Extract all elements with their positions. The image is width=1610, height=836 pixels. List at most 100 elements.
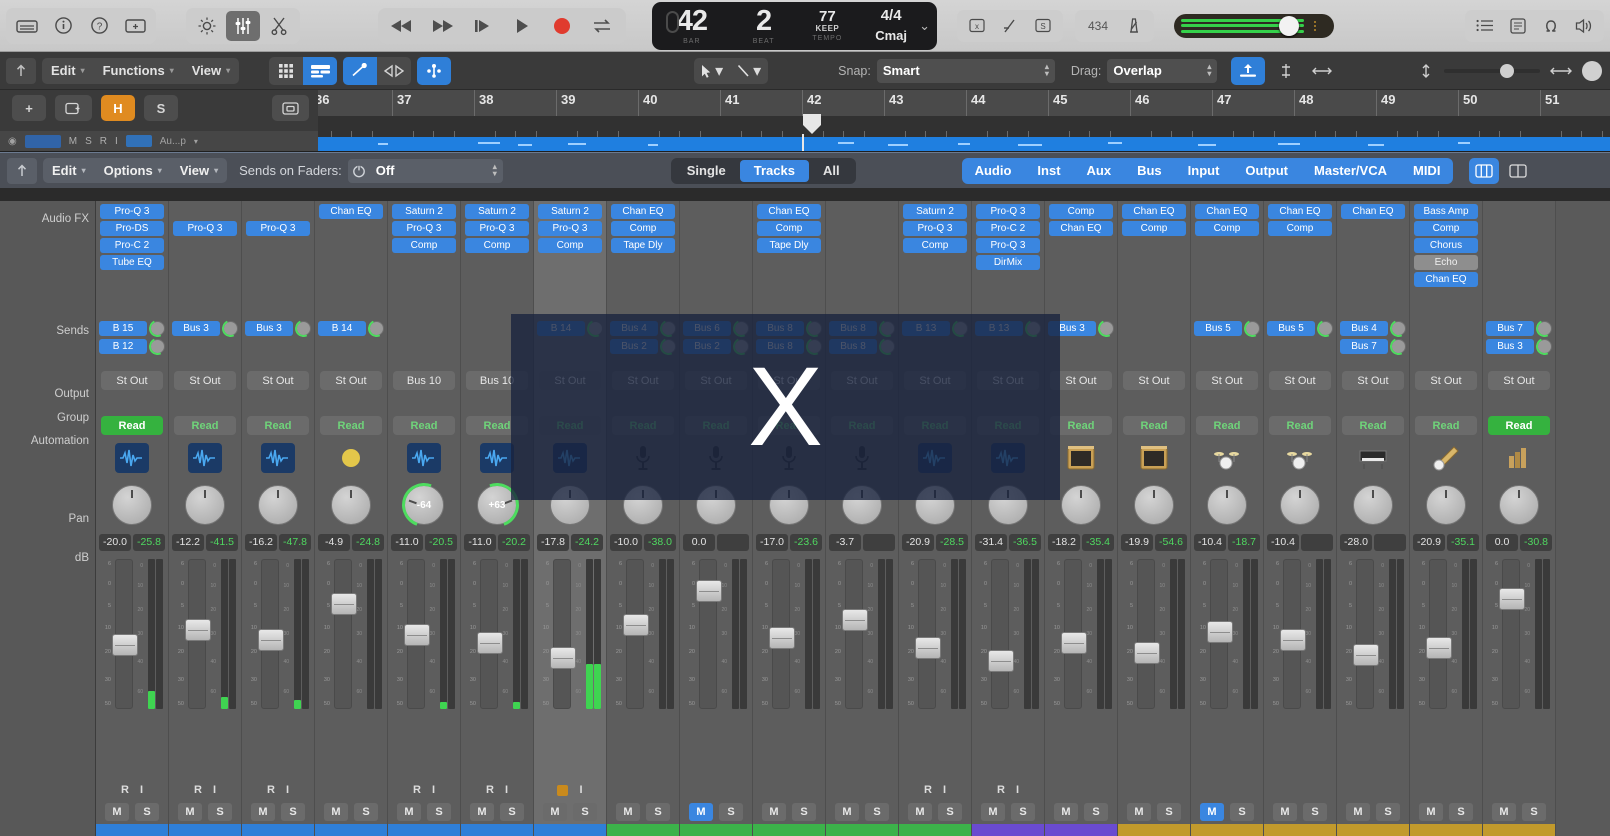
audio-fx-slot-empty[interactable] [319,221,383,236]
send-row[interactable]: B 13 [902,317,972,339]
audio-fx-slot[interactable]: Comp [1414,221,1478,236]
send-row[interactable]: Bus 2 [683,335,753,357]
volume-value[interactable]: -10.4 [1194,533,1226,551]
channel-color-bar[interactable] [1337,824,1409,836]
rewind-button[interactable] [384,11,420,41]
flex-button[interactable] [343,56,378,85]
audio-fx-slot-empty[interactable] [1268,238,1332,253]
volume-value[interactable]: -19.9 [1121,533,1153,551]
solo-button[interactable]: S [792,803,816,821]
send-row-empty[interactable] [1048,338,1114,354]
send-destination[interactable]: Bus 4 [610,320,658,336]
group-button[interactable] [1415,394,1477,412]
audio-fx-slot[interactable]: Saturn 2 [538,204,602,219]
channel-strip[interactable]: Comp Chan EQ Bus 3 St Out Read -18.2 -35.4 6 0 5 1… [1045,201,1118,836]
audio-fx-slot[interactable]: Saturn 2 [465,204,529,219]
menu-functions[interactable]: Functions ▾ [94,58,183,84]
record-enable-button[interactable] [557,784,569,796]
menu-view[interactable]: View ▾ [183,58,239,84]
channel-color-bar[interactable] [1483,824,1555,836]
record-enable-button[interactable]: R [997,784,1005,796]
volume-fader[interactable] [1134,559,1160,709]
audio-fx-slot[interactable]: Chorus [1414,238,1478,253]
volume-value[interactable]: -4.9 [318,533,350,551]
volume-value[interactable]: -10.0 [610,533,642,551]
send-level-knob[interactable] [1533,335,1556,357]
filter-midi[interactable]: MIDI [1400,158,1453,184]
zoom-knob[interactable] [1582,60,1602,81]
channel-strip[interactable]: Saturn 2 Pro-Q 3 Comp B 14 St Out Read -17.8 -2… [534,201,607,836]
cpu-meter-label[interactable]: 434 [1080,13,1116,39]
mute-button[interactable]: M [105,803,129,821]
output-button[interactable]: St Out [1050,371,1112,390]
pan-knob[interactable]: +63 [467,475,527,535]
channel-strip[interactable]: Bass Amp Comp Chorus Echo Chan EQ St Out Read -… [1410,201,1483,836]
input-monitor-button[interactable]: I [432,784,435,796]
zoom-horizontal-icon[interactable] [1550,65,1572,77]
channel-color-bar[interactable] [680,824,752,836]
pan-knob[interactable] [112,485,152,525]
list-editors-icon[interactable] [1470,13,1500,39]
send-row[interactable]: Bus 3 [1486,335,1556,357]
audio-fx-slot-empty[interactable] [538,255,602,270]
solo-group-button[interactable]: S [144,95,178,121]
pan-knob[interactable] [623,485,663,525]
waveform-icon[interactable] [918,443,952,473]
send-level-knob[interactable] [876,317,899,339]
peak-level-value[interactable] [717,533,749,551]
send-destination[interactable]: B 15 [99,320,147,336]
automation-mode-button[interactable]: Read [831,416,893,435]
channel-strip[interactable]: Chan EQ Comp Tape Dly Bus 4 Bus 2 St Out Read -… [607,201,680,836]
mute-button[interactable]: M [1273,803,1297,821]
waveform-icon[interactable] [115,443,149,473]
send-row-empty[interactable] [1121,338,1187,354]
play-button[interactable] [504,11,540,41]
audio-fx-slot[interactable]: Pro-Q 3 [976,238,1040,253]
audio-fx-slot[interactable]: Chan EQ [1414,272,1478,287]
catch-playhead-button[interactable] [1231,56,1266,85]
audio-fx-slot[interactable]: Comp [611,221,675,236]
mute-button[interactable]: M [689,803,713,821]
send-row-empty[interactable] [391,320,457,336]
solo-button[interactable]: S [1230,803,1254,821]
audio-fx-slot[interactable]: Comp [1195,221,1259,236]
peak-level-value[interactable]: -35.4 [1082,533,1114,551]
solo-button[interactable]: S [1522,803,1546,821]
send-row[interactable]: Bus 6 [683,317,753,339]
group-button[interactable] [1196,394,1258,412]
audio-fx-slot[interactable]: Pro-Q 3 [246,221,310,236]
audio-fx-slot[interactable]: Comp [1122,221,1186,236]
send-level-knob[interactable] [1387,335,1410,357]
channel-color-bar[interactable] [826,824,898,836]
peak-level-value[interactable]: -18.7 [1228,533,1260,551]
piano-icon[interactable] [1356,443,1390,473]
send-destination[interactable]: Bus 5 [1267,320,1315,336]
audio-fx-slot-empty[interactable] [684,204,748,219]
info-icon[interactable] [46,11,80,41]
track-solo-icon[interactable]: S [85,136,92,147]
lcd-beat-cell[interactable]: 2 BEAT [732,6,796,45]
automation-mode-button[interactable]: Read [758,416,820,435]
track-read-icon[interactable]: R [100,136,107,147]
send-destination[interactable]: B 13 [975,320,1023,336]
audio-fx-slot-empty[interactable] [1049,255,1113,270]
send-level-knob[interactable] [1095,317,1118,339]
channel-color-bar[interactable] [242,824,314,836]
audio-fx-slot-empty[interactable] [1049,238,1113,253]
send-row[interactable]: Bus 3 [1048,317,1118,339]
channel-strip[interactable]: Pro-Q 3 Bus 3 St Out Read -16.2 -47.8 6 0 5 10 20 3… [242,201,315,836]
automation-mode-button[interactable]: Read [466,416,528,435]
volume-fader[interactable] [1280,559,1306,709]
waveform-icon[interactable] [188,443,222,473]
peak-level-value[interactable]: -35.1 [1447,533,1479,551]
mute-button[interactable]: M [1346,803,1370,821]
chevron-down-icon[interactable]: ▾ [194,137,198,146]
drumkit-icon[interactable] [1283,443,1317,473]
send-level-knob[interactable] [1533,317,1556,339]
send-destination[interactable]: Bus 3 [172,320,220,336]
peak-level-value[interactable]: -23.6 [790,533,822,551]
pan-knob[interactable] [331,485,371,525]
pan-knob[interactable] [550,485,590,525]
audio-fx-slot-empty[interactable] [830,238,894,253]
send-destination[interactable]: Bus 3 [1048,320,1096,336]
